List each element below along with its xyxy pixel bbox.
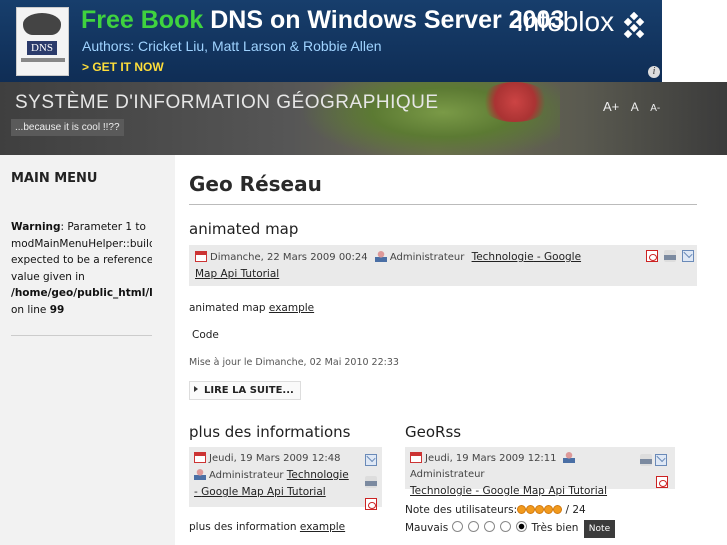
pdf-icon[interactable] [656,476,668,488]
ad-banner[interactable]: DNS Free Book DNS on Windows Server 2003… [0,0,662,82]
sidebar: MAIN MENU Warning: Parameter 1 to modMai… [0,155,175,545]
article-category-link[interactable]: Technologie [472,251,534,263]
article-category-link[interactable]: Technologie [410,485,472,497]
article-meta: Jeudi, 19 Mars 2009 12:11 Administrateur… [405,447,675,497]
article-meta: Dimanche, 22 Mars 2009 00:24 Administrat… [189,245,697,286]
rating: Note des utilisateurs: / 24 [405,504,586,517]
print-icon[interactable] [640,454,652,466]
ad-title-free: Free Book [81,6,204,34]
vote-radio-group [451,521,532,534]
font-decrease-button[interactable]: A- [650,103,660,114]
article-author: Administrateur [410,469,485,480]
user-icon [562,452,575,463]
article-example-link[interactable]: example [269,302,314,314]
rating-star-icon [535,505,545,514]
rating-star-icon [553,505,563,514]
article-body: plus des information example [189,521,345,533]
rating-count: / 24 [565,504,586,516]
font-reset-button[interactable]: A [631,100,639,114]
warning-line-number: 99 [49,303,65,316]
user-icon [194,469,206,480]
warning-line-3: expected to be a reference, [11,254,152,266]
vote-form: Mauvais Très bien Note [405,520,616,538]
arrow-right-icon [194,386,198,392]
vote-radio-3[interactable] [483,521,495,532]
email-icon[interactable] [682,250,695,262]
ad-authors: Authors: Cricket Liu, Matt Larson & Robb… [82,38,382,54]
article-title[interactable]: animated map [189,220,298,238]
title-divider [189,204,697,205]
article-body-text: animated map [189,302,269,314]
site-slogan: ...because it is cool !!?? [11,119,124,136]
site-name[interactable]: SYSTÈME D'INFORMATION GÉOGRAPHIQUE [15,92,439,114]
calendar-icon [410,452,422,463]
pdf-icon[interactable] [646,250,658,262]
page-title: Geo Réseau [189,172,322,196]
pdf-icon[interactable] [365,498,377,510]
main-menu-title: MAIN MENU [11,171,98,186]
article-body: animated map example [189,302,314,314]
vote-radio-5[interactable] [515,521,527,532]
calendar-icon [194,452,206,463]
warning-online: on line [11,303,47,316]
warning-line-2: modMainMenuHelper::buildXml() [11,237,152,250]
rating-label: Note des utilisateurs: [405,504,518,516]
article-title[interactable]: GeoRss [405,423,461,441]
email-icon[interactable] [365,454,377,466]
vote-submit-button[interactable]: Note [583,520,616,538]
article-date: Dimanche, 22 Mars 2009 00:24 [210,252,368,263]
ad-title: Free Book DNS on Windows Server 2003 [81,6,564,35]
article-author: Administrateur [389,252,465,263]
font-size-controls: A+ A A- [603,98,667,116]
book-cover-image: DNS [16,7,69,76]
vote-radio-4[interactable] [499,521,511,532]
warning-path: /home/geo/public_html/libraries/joomla/c… [11,287,152,299]
infoblox-logo: Infoblox [516,6,615,37]
vote-radio-1[interactable] [451,521,463,532]
ad-get-it-now-link[interactable]: > GET IT NOW [82,60,164,74]
article-section-link[interactable]: Google Map Api Tutorial [201,486,326,498]
print-icon[interactable] [365,476,377,488]
rating-star-icon [544,505,554,514]
article-sep: - [533,251,545,263]
print-icon[interactable] [664,250,677,262]
php-warning: Warning: Parameter 1 to modMainMenuHelpe… [11,219,152,318]
font-increase-button[interactable]: A+ [603,99,619,114]
article-title[interactable]: plus des informations [189,423,351,441]
article-meta: Jeudi, 19 Mars 2009 12:48 Administrateur… [189,447,382,510]
article-sep: - [471,485,483,497]
warning-line-1: : Parameter 1 to [60,221,146,233]
warning-label: Warning [11,221,61,233]
article-author: Administrateur [209,470,284,481]
book-label: DNS [27,41,57,55]
sidebar-divider [11,335,152,336]
ad-info-icon[interactable]: i [648,66,660,78]
article-example-link[interactable]: example [300,521,345,533]
article-date: Jeudi, 19 Mars 2009 12:11 [425,453,557,464]
rating-star-icon [517,505,527,514]
user-icon [374,251,387,262]
infoblox-diamonds-icon [623,12,645,39]
bird-illustration [23,13,61,35]
article-section-link[interactable]: Google Map Api Tutorial [482,485,607,497]
vote-low-label: Mauvais [405,522,449,534]
calendar-icon [195,251,207,262]
read-more-label: LIRE LA SUITE... [204,385,294,396]
vote-high-label: Très bien [531,522,579,534]
site-header: SYSTÈME D'INFORMATION GÉOGRAPHIQUE ...be… [0,82,727,155]
read-more-button[interactable]: LIRE LA SUITE... [189,381,301,400]
email-icon[interactable] [655,454,668,466]
book-subtitle-bar [21,58,65,62]
article-code-label: Code [192,329,219,341]
article-category-link[interactable]: Technologie [287,469,349,481]
ad-title-rest: DNS on Windows Server 2003 [210,6,565,34]
article-date: Jeudi, 19 Mars 2009 12:48 [209,453,341,464]
warning-line-4: value given in [11,270,85,283]
rating-star-icon [526,505,536,514]
vote-radio-2[interactable] [467,521,479,532]
rating-stars-icon [517,505,563,517]
header-frog-eye [480,82,550,122]
article-modified: Mise à jour le Dimanche, 02 Mai 2010 22:… [189,357,399,368]
article-body-text: plus des information [189,521,300,533]
